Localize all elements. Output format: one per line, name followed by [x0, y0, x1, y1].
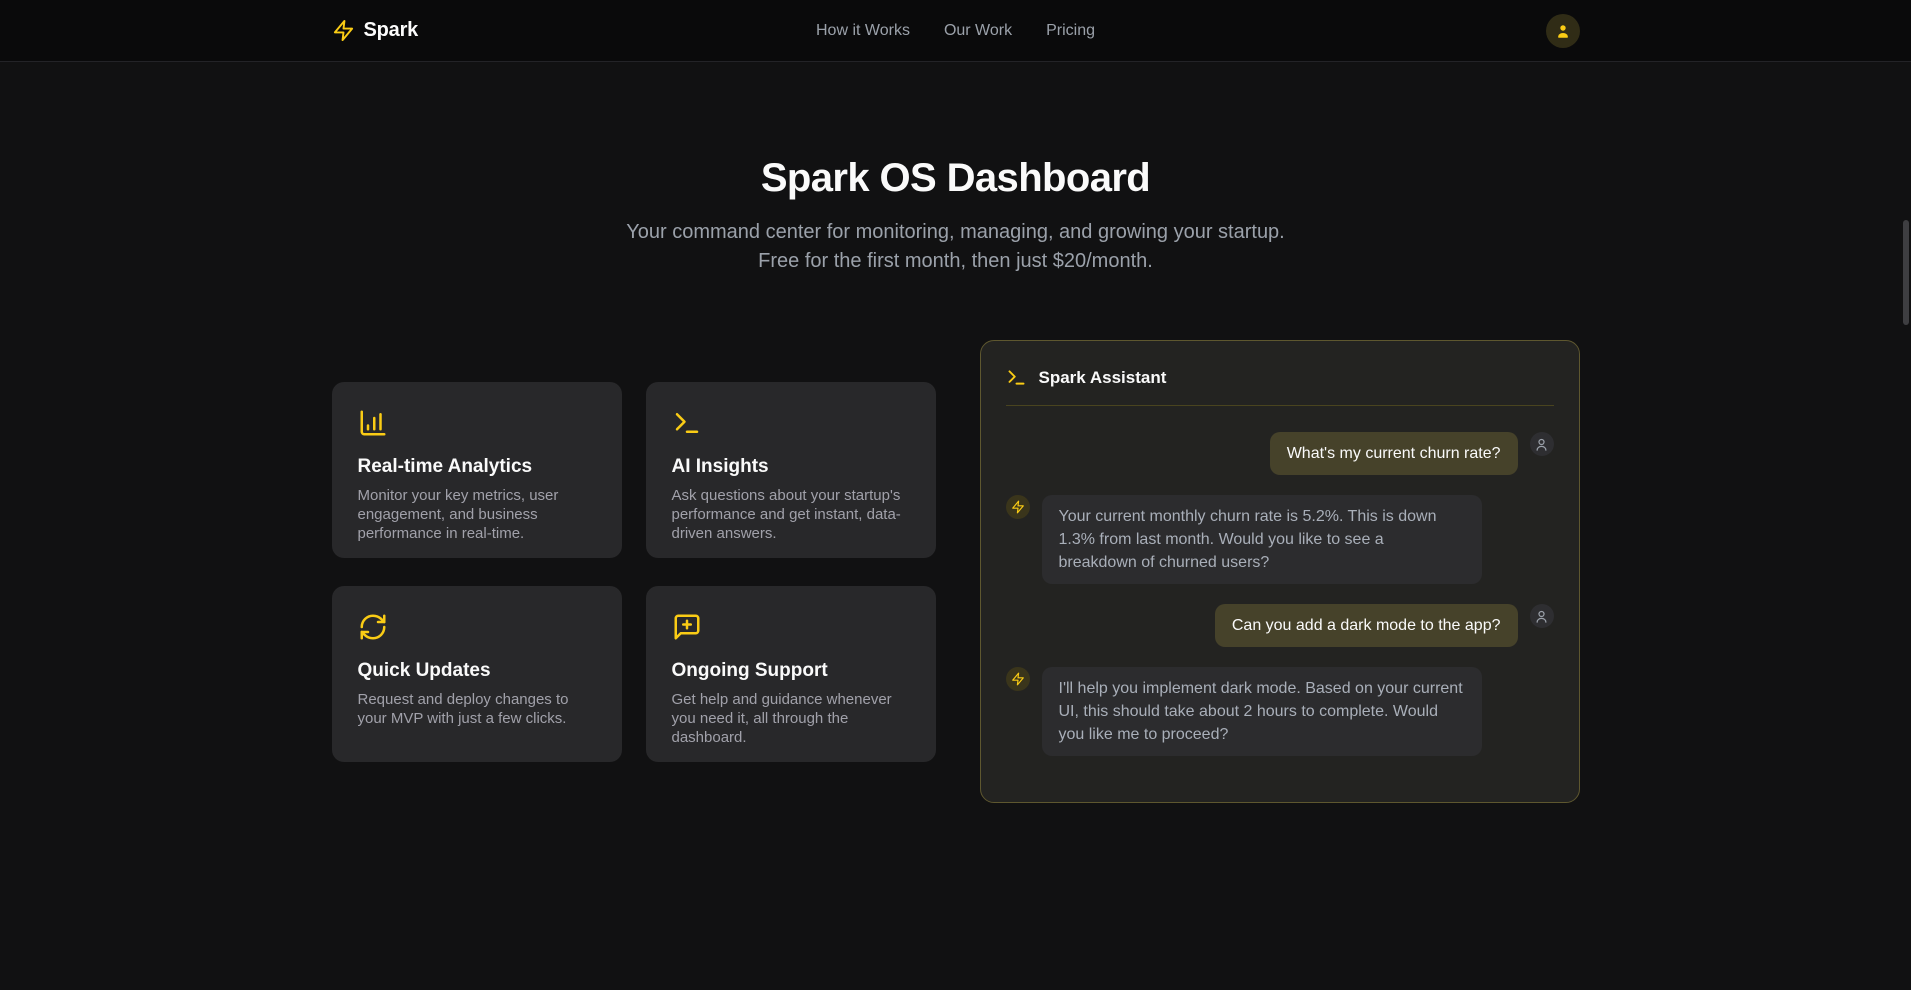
page-title: Spark OS Dashboard	[0, 154, 1911, 202]
assistant-avatar-zap-icon	[1006, 495, 1030, 519]
account-avatar-button[interactable]	[1546, 14, 1580, 48]
scrollbar-thumb[interactable]	[1903, 220, 1909, 325]
brand-logo[interactable]: Spark	[332, 19, 817, 42]
page-scrollbar[interactable]	[1901, 0, 1911, 990]
page-subtitle: Your command center for monitoring, mana…	[611, 218, 1301, 276]
zap-icon	[332, 19, 355, 42]
chat-message-assistant: Your current monthly churn rate is 5.2%.…	[1006, 495, 1554, 584]
feature-card-ongoing-support[interactable]: Ongoing Support Get help and guidance wh…	[646, 586, 936, 762]
assistant-panel-title: Spark Assistant	[1039, 368, 1167, 388]
terminal-icon	[1006, 367, 1027, 388]
user-message-bubble: Can you add a dark mode to the app?	[1215, 604, 1518, 647]
user-message-bubble: What's my current churn rate?	[1270, 432, 1518, 475]
user-avatar	[1530, 432, 1554, 456]
feature-description: Request and deploy changes to your MVP w…	[358, 690, 596, 728]
refresh-icon	[358, 612, 596, 642]
nav-links: How it Works Our Work Pricing	[816, 22, 1095, 40]
nav-link-how-it-works[interactable]: How it Works	[816, 22, 910, 40]
assistant-avatar-zap-icon	[1006, 667, 1030, 691]
chat-message-user: What's my current churn rate?	[1006, 432, 1554, 475]
message-square-plus-icon	[672, 612, 910, 642]
feature-description: Get help and guidance whenever you need …	[672, 690, 910, 747]
feature-card-quick-updates[interactable]: Quick Updates Request and deploy changes…	[332, 586, 622, 762]
feature-title: Quick Updates	[358, 660, 596, 682]
feature-title: Ongoing Support	[672, 660, 910, 682]
assistant-message-bubble: Your current monthly churn rate is 5.2%.…	[1042, 495, 1482, 584]
terminal-icon	[672, 408, 910, 438]
hero-section: Spark OS Dashboard Your command center f…	[0, 154, 1911, 276]
feature-description: Ask questions about your startup's perfo…	[672, 486, 910, 543]
nav-link-our-work[interactable]: Our Work	[944, 22, 1012, 40]
chat-messages: What's my current churn rate? Your curre…	[981, 406, 1579, 802]
nav-link-pricing[interactable]: Pricing	[1046, 22, 1095, 40]
top-navigation: Spark How it Works Our Work Pricing	[0, 0, 1911, 62]
feature-title: AI Insights	[672, 456, 910, 478]
feature-cards-grid: Real-time Analytics Monitor your key met…	[332, 382, 936, 762]
chart-column-icon	[358, 408, 596, 438]
assistant-panel-header: Spark Assistant	[981, 341, 1579, 406]
feature-description: Monitor your key metrics, user engagemen…	[358, 486, 596, 543]
main-content: Real-time Analytics Monitor your key met…	[332, 340, 1580, 803]
chat-message-assistant: I'll help you implement dark mode. Based…	[1006, 667, 1554, 756]
feature-card-realtime-analytics[interactable]: Real-time Analytics Monitor your key met…	[332, 382, 622, 558]
feature-card-ai-insights[interactable]: AI Insights Ask questions about your sta…	[646, 382, 936, 558]
brand-name: Spark	[364, 19, 419, 42]
user-avatar	[1530, 604, 1554, 628]
assistant-message-bubble: I'll help you implement dark mode. Based…	[1042, 667, 1482, 756]
user-icon	[1554, 22, 1572, 40]
feature-title: Real-time Analytics	[358, 456, 596, 478]
chat-message-user: Can you add a dark mode to the app?	[1006, 604, 1554, 647]
spark-assistant-panel: Spark Assistant What's my current churn …	[980, 340, 1580, 803]
